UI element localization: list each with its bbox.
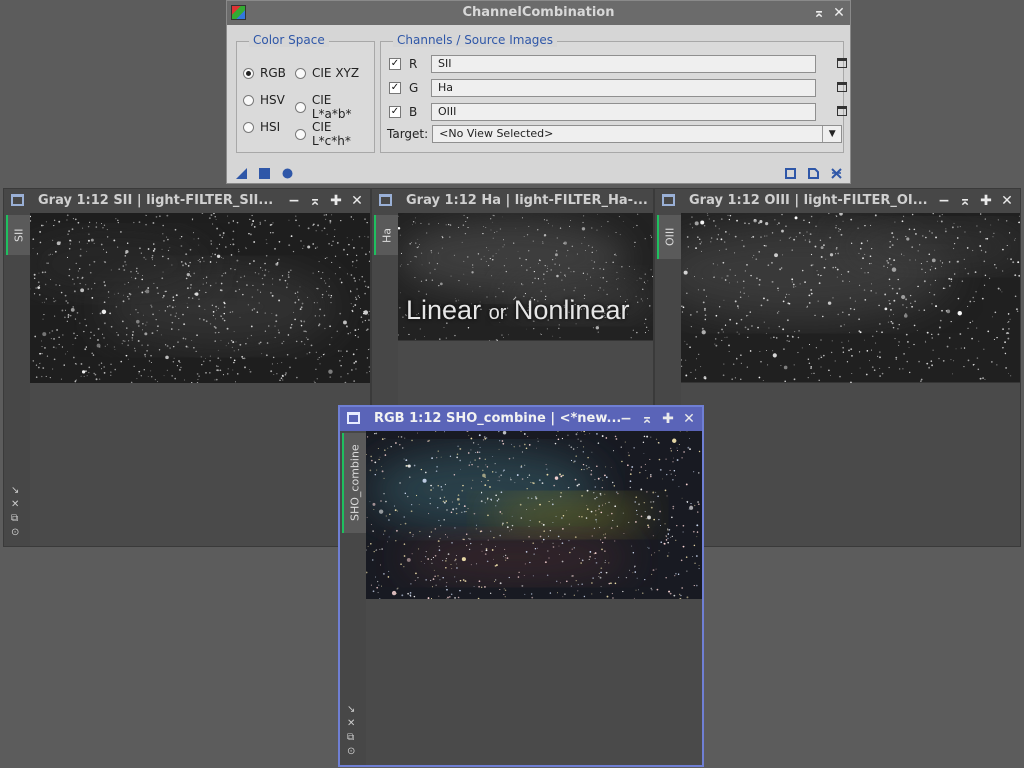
image-canvas-sii[interactable] <box>30 213 370 383</box>
reset-icon[interactable] <box>831 168 842 179</box>
window-titlebar[interactable]: Gray 1:12 Ha | light-FILTER_Ha-... <box>372 189 653 213</box>
radio-cie-xyz[interactable]: CIE XYZ <box>295 66 359 80</box>
channel-b-label: B <box>409 105 418 119</box>
channel-combination-dialog: ChannelCombination ⌅ ✕ Color Space RGB C… <box>226 0 851 184</box>
clone-icon[interactable]: ⧉ <box>11 513 19 524</box>
target-row: Target: <No View Selected> ▼ <box>387 125 843 143</box>
channel-row-b: ✓ B OIII <box>389 102 847 122</box>
close-icon[interactable]: ✕ <box>348 189 366 213</box>
channel-row-g: ✓ G Ha <box>389 78 847 98</box>
image-window-sii[interactable]: Gray 1:12 SII | light-FILTER_SII... − ⌅ … <box>3 188 371 547</box>
target-label: Target: <box>387 127 429 141</box>
maximize-icon[interactable]: ✚ <box>659 407 677 431</box>
select-view-icon[interactable] <box>837 58 847 68</box>
view-sidebar: SHO_combine ↘ ✕ ⧉ ⊙ <box>340 431 366 765</box>
arrow-icon[interactable]: ↘ <box>347 704 355 715</box>
radio-dot-icon[interactable] <box>243 121 254 133</box>
view-id-tab[interactable]: OIII <box>657 215 681 259</box>
minimize-icon[interactable]: − <box>617 407 635 431</box>
radio-hsi[interactable]: HSI <box>243 120 280 134</box>
target-icon[interactable]: ⊙ <box>11 527 19 538</box>
crosshair-icon[interactable]: ✕ <box>11 499 19 510</box>
channel-r-source-field[interactable]: SII <box>431 55 816 73</box>
channel-b-checkbox[interactable]: ✓ <box>389 106 401 118</box>
radio-cie-lab[interactable]: CIE L*a*b* <box>295 93 374 121</box>
image-canvas-oiii[interactable] <box>681 213 1020 383</box>
shade-icon[interactable]: ⌅ <box>956 189 974 213</box>
window-titlebar[interactable]: Gray 1:12 OIII | light-FILTER_OI... − ⌅ … <box>655 189 1020 213</box>
clone-icon[interactable]: ⧉ <box>347 732 355 743</box>
radio-dot-icon[interactable] <box>243 94 254 106</box>
window-icon <box>11 194 24 206</box>
browse-documentation-icon[interactable] <box>785 168 796 179</box>
radio-dot-icon[interactable] <box>295 67 306 79</box>
view-id-tab[interactable]: SHO_combine <box>342 433 366 533</box>
channel-g-checkbox[interactable]: ✓ <box>389 82 401 94</box>
crosshair-icon[interactable]: ✕ <box>347 718 355 729</box>
window-title: RGB 1:12 SHO_combine | <*new... <box>374 411 622 426</box>
new-instance-icon[interactable] <box>236 168 247 179</box>
minimize-icon[interactable]: − <box>935 189 953 213</box>
close-icon[interactable]: ✕ <box>680 407 698 431</box>
window-icon <box>662 194 675 206</box>
radio-rgb[interactable]: RGB <box>243 66 286 80</box>
radio-cie-lch[interactable]: CIE L*c*h* <box>295 120 374 148</box>
apply-global-icon[interactable] <box>259 168 270 179</box>
channel-g-source-field[interactable]: Ha <box>431 79 816 97</box>
channel-g-label: G <box>409 81 419 95</box>
channel-r-label: R <box>409 57 418 71</box>
minimize-icon[interactable]: − <box>285 189 303 213</box>
select-view-icon[interactable] <box>837 106 847 116</box>
image-window-sho-combine[interactable]: RGB 1:12 SHO_combine | <*new... − ⌅ ✚ ✕ … <box>338 405 704 767</box>
view-id-tab[interactable]: Ha <box>374 215 398 255</box>
close-icon[interactable]: ✕ <box>830 3 848 23</box>
channels-group: Channels / Source Images ✓ R SII ✓ G Ha … <box>380 33 847 153</box>
window-icon <box>379 194 392 206</box>
maximize-icon[interactable]: ✚ <box>327 189 345 213</box>
image-window-oiii[interactable]: Gray 1:12 OIII | light-FILTER_OI... − ⌅ … <box>654 188 1021 547</box>
track-view-icon[interactable] <box>808 168 819 179</box>
color-space-group: Color Space RGB CIE XYZ HSV CIE L*a*b* H… <box>236 33 375 153</box>
radio-dot-icon[interactable] <box>295 101 306 113</box>
window-title: Gray 1:12 OIII | light-FILTER_OI... <box>689 193 928 208</box>
apply-icon[interactable] <box>282 168 293 179</box>
window-titlebar[interactable]: RGB 1:12 SHO_combine | <*new... − ⌅ ✚ ✕ <box>340 407 702 431</box>
channel-row-r: ✓ R SII <box>389 54 847 74</box>
view-sidebar: SII ↘ ✕ ⧉ ⊙ <box>4 213 30 546</box>
dialog-title: ChannelCombination <box>462 5 615 20</box>
chevron-down-icon[interactable]: ▼ <box>822 126 841 142</box>
window-titlebar[interactable]: Gray 1:12 SII | light-FILTER_SII... − ⌅ … <box>4 189 370 213</box>
channels-legend: Channels / Source Images <box>393 33 558 47</box>
target-icon[interactable]: ⊙ <box>347 746 355 757</box>
radio-dot-icon[interactable] <box>295 128 306 140</box>
close-icon[interactable]: ✕ <box>998 189 1016 213</box>
shade-icon[interactable]: ⌅ <box>810 3 828 23</box>
window-title: Gray 1:12 Ha | light-FILTER_Ha-... <box>406 193 648 208</box>
radio-hsv[interactable]: HSV <box>243 93 285 107</box>
color-space-legend: Color Space <box>249 33 329 47</box>
arrow-icon[interactable]: ↘ <box>11 485 19 496</box>
pixinsight-app-icon <box>231 5 246 20</box>
radio-dot-icon[interactable] <box>243 67 254 79</box>
channel-r-checkbox[interactable]: ✓ <box>389 58 401 70</box>
image-canvas-sho-combine[interactable] <box>366 431 702 599</box>
window-icon <box>347 412 360 424</box>
linear-or-nonlinear-caption: Linear or Nonlinear <box>406 295 630 325</box>
view-id-tab[interactable]: SII <box>6 215 30 255</box>
target-view-select[interactable]: <No View Selected> ▼ <box>432 125 843 143</box>
channel-b-source-field[interactable]: OIII <box>431 103 816 121</box>
select-view-icon[interactable] <box>837 82 847 92</box>
dialog-titlebar[interactable]: ChannelCombination ⌅ ✕ <box>227 1 850 25</box>
shade-icon[interactable]: ⌅ <box>638 407 656 431</box>
window-title: Gray 1:12 SII | light-FILTER_SII... <box>38 193 274 208</box>
shade-icon[interactable]: ⌅ <box>306 189 324 213</box>
maximize-icon[interactable]: ✚ <box>977 189 995 213</box>
